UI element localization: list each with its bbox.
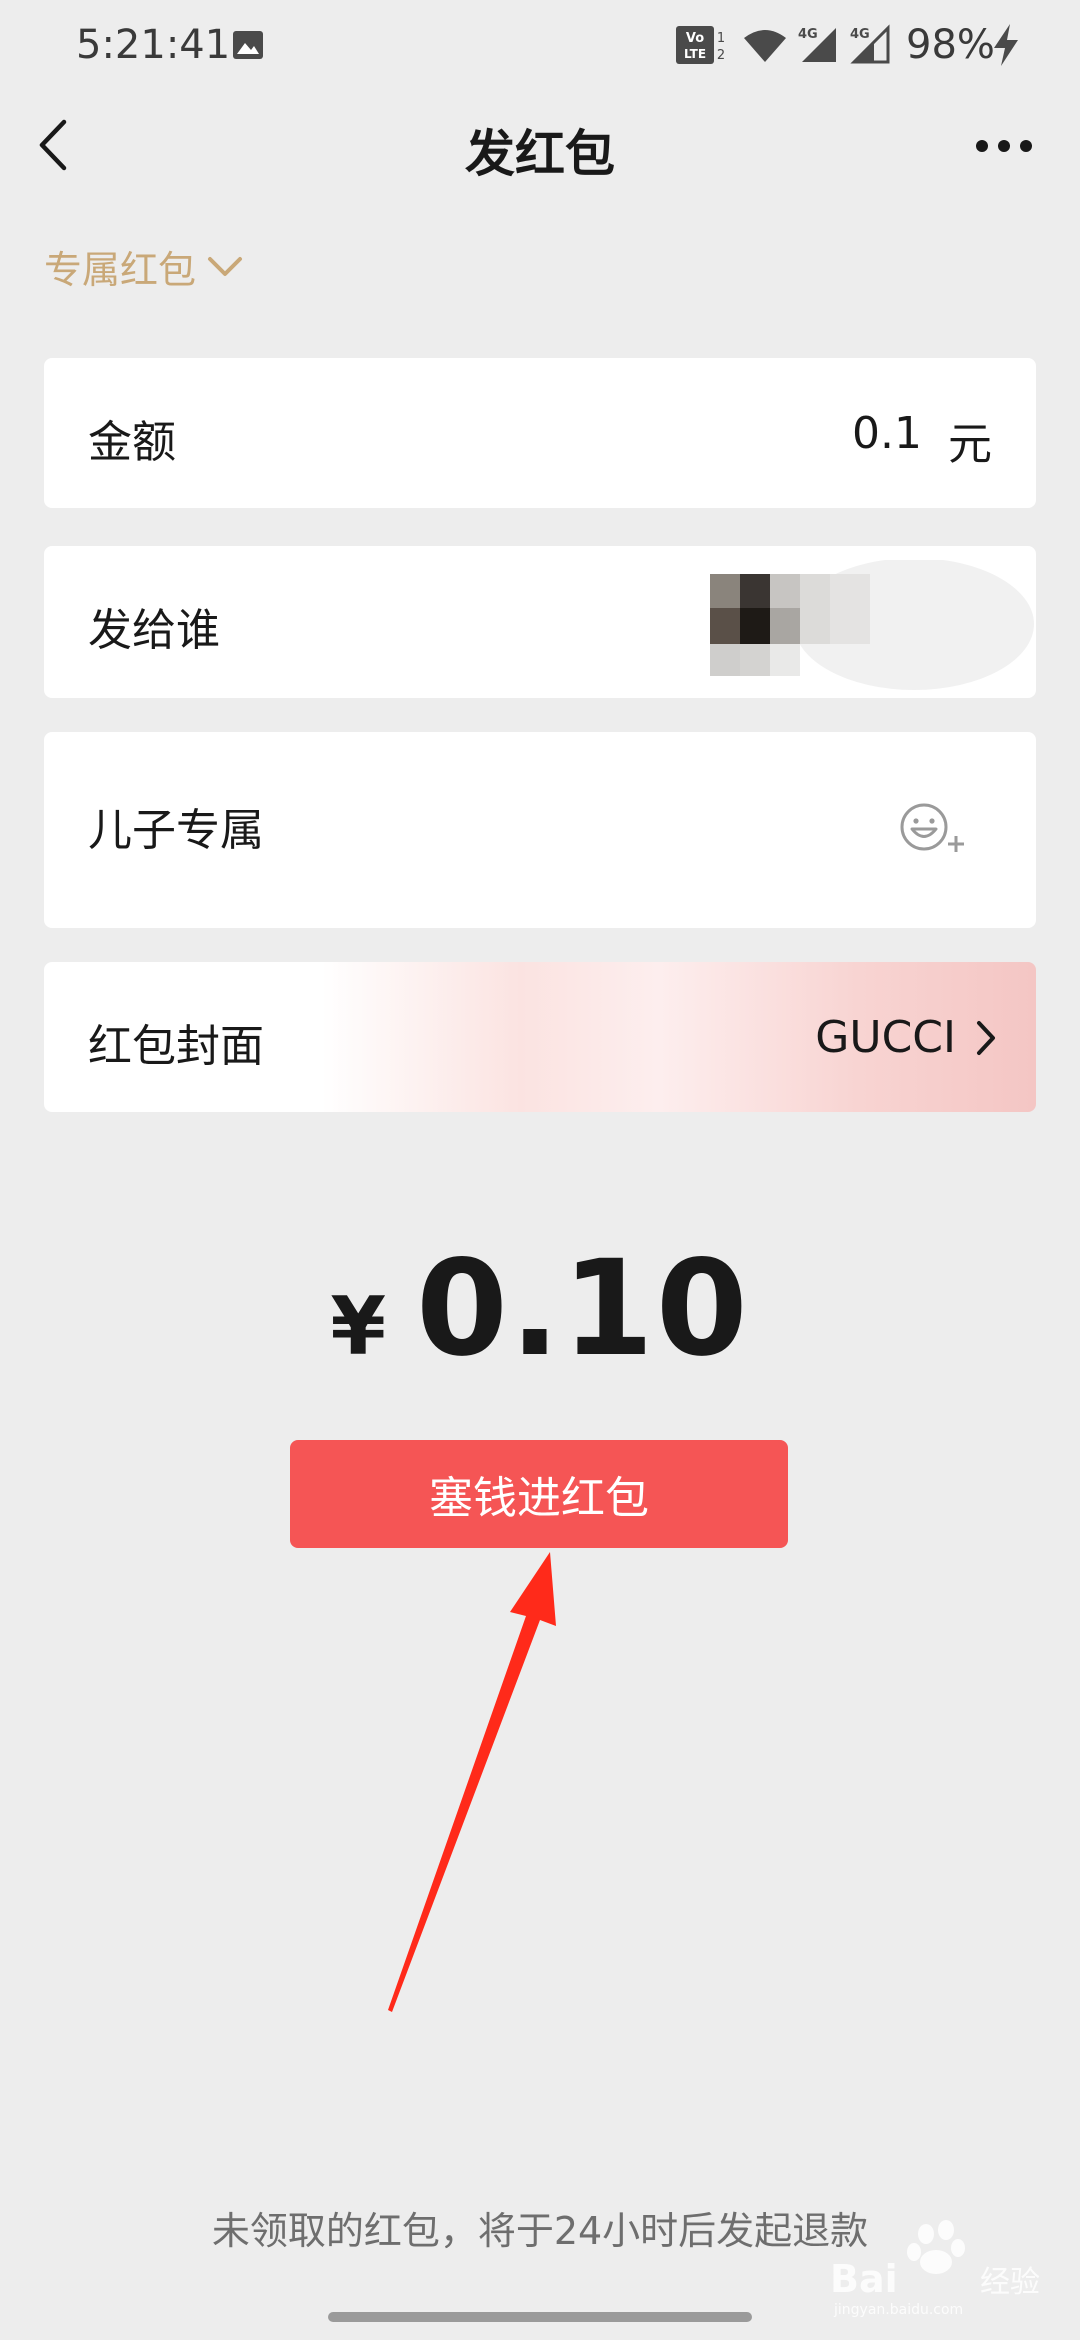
svg-text:4G: 4G <box>850 27 870 42</box>
chevron-down-icon <box>208 257 243 276</box>
svg-text:1: 1 <box>717 31 725 46</box>
cover-value: GUCCI <box>815 1012 956 1063</box>
red-arrow-annotation <box>388 1552 556 2012</box>
svg-text:2: 2 <box>717 48 725 63</box>
charging-bolt-icon <box>994 24 1018 66</box>
volte-icon: Vo LTE 1 2 <box>676 26 725 64</box>
recipient-avatar-blurred <box>710 560 1034 690</box>
total-value: 0.10 <box>415 1232 750 1386</box>
emoji-add-icon[interactable] <box>898 800 970 856</box>
recipient-field[interactable]: 发给谁 <box>44 546 1036 698</box>
baidu-jingyan-watermark: Bai 经验 jingyan.baidu.com <box>830 2220 1040 2318</box>
chevron-right-icon <box>977 1021 995 1055</box>
page-title: 发红包 <box>465 125 615 183</box>
amount-field[interactable]: 金额 0.1 元 <box>44 358 1036 508</box>
recipient-label: 发给谁 <box>88 605 220 656</box>
total-amount: ¥ 0.10 <box>0 1232 1080 1386</box>
svg-text:4G: 4G <box>798 27 818 42</box>
more-dots-icon[interactable] <box>972 122 1036 170</box>
signal-4g-icon: 4G <box>850 24 890 64</box>
amount-value-group: 0.1 元 <box>852 408 992 472</box>
signal-4g-icon: 4G <box>798 27 836 62</box>
send-red-packet-screen: 5:21:41 Vo LTE 1 2 4G 4G 98% 发红包 专属红包 金额… <box>0 0 1080 2340</box>
packet-cover-row[interactable]: 红包封面 GUCCI <box>44 962 1036 1112</box>
svg-text:经验: 经验 <box>980 2265 1040 2300</box>
packet-type-label: 专属红包 <box>44 247 197 292</box>
amount-unit: 元 <box>948 419 992 470</box>
battery-level: 98% <box>906 22 995 68</box>
nav-bar: 发红包 <box>0 92 1080 200</box>
greeting-input[interactable]: 儿子专属 <box>44 732 1036 928</box>
status-bar: 5:21:41 Vo LTE 1 2 4G 4G 98% <box>0 0 1080 92</box>
svg-text:Vo: Vo <box>686 31 704 46</box>
amount-value[interactable]: 0.1 <box>852 408 922 472</box>
currency-symbol: ¥ <box>330 1280 386 1373</box>
cover-label: 红包封面 <box>88 1021 264 1072</box>
greeting-text: 儿子专属 <box>88 805 264 856</box>
status-time: 5:21:41 <box>76 22 231 68</box>
home-indicator[interactable] <box>328 2312 752 2322</box>
gallery-icon <box>233 31 263 59</box>
svg-text:LTE: LTE <box>684 47 706 61</box>
svg-text:Bai: Bai <box>830 2257 898 2301</box>
packet-type-selector[interactable]: 专属红包 <box>44 236 244 296</box>
svg-text:jingyan.baidu.com: jingyan.baidu.com <box>833 2302 963 2318</box>
wifi-icon <box>744 30 786 62</box>
amount-label: 金额 <box>88 417 176 468</box>
